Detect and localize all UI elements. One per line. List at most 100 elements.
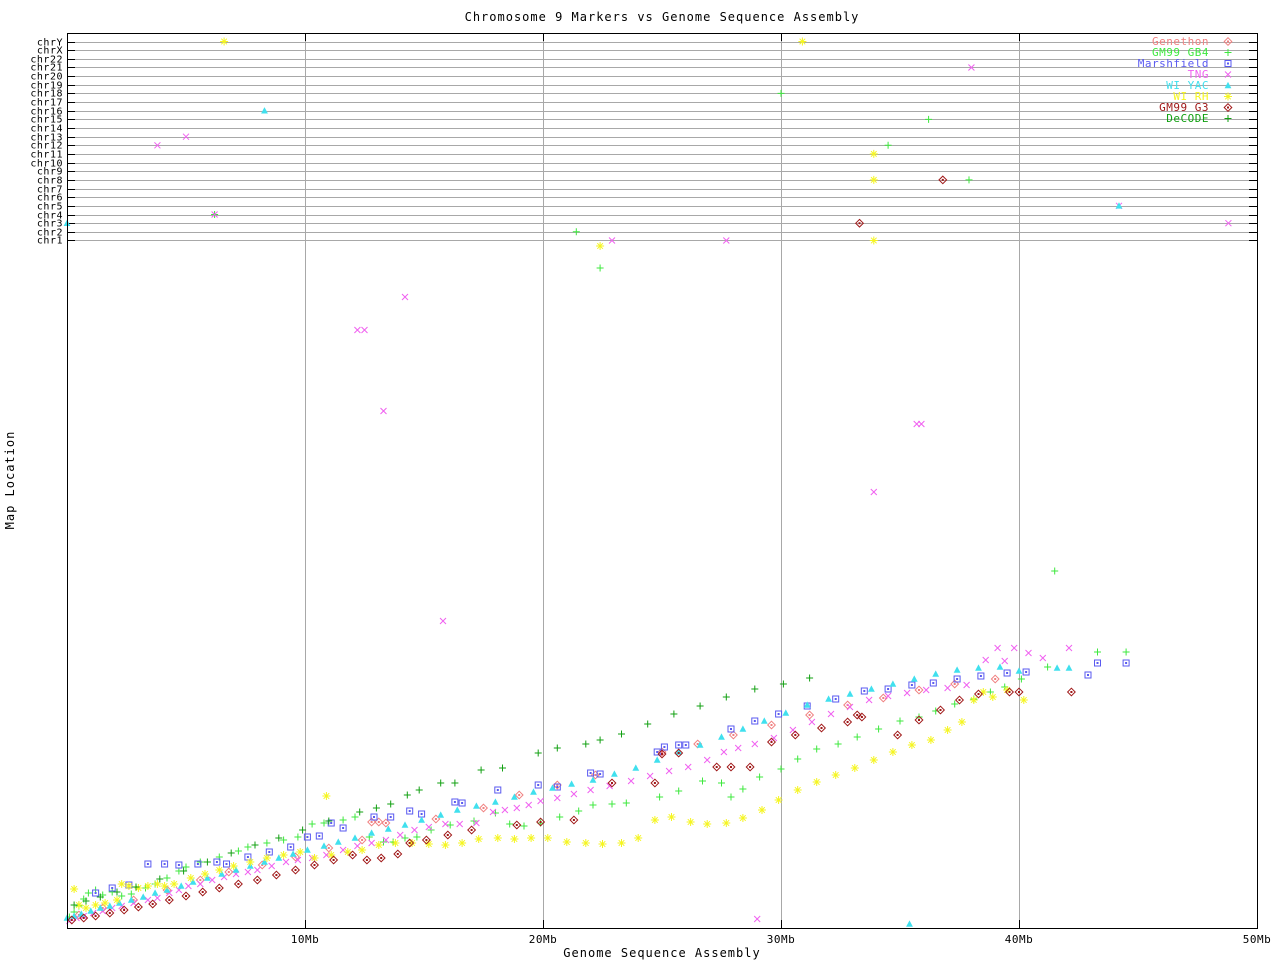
data-point — [752, 718, 758, 724]
data-point — [437, 811, 444, 817]
data-point — [176, 862, 182, 868]
data-point — [634, 834, 642, 842]
data-point — [1123, 649, 1130, 656]
data-point — [368, 829, 375, 835]
data-point — [911, 675, 918, 681]
data-point — [480, 804, 488, 812]
data-point — [442, 821, 448, 827]
data-point — [568, 780, 575, 786]
data-point — [761, 717, 768, 723]
data-point — [352, 834, 359, 840]
data-point — [458, 839, 466, 847]
data-point — [216, 884, 224, 892]
legend-marker-plus-icon — [1218, 47, 1238, 58]
legend-label: DeCODE — [1166, 113, 1209, 124]
data-point — [668, 813, 676, 821]
data-point — [388, 814, 394, 820]
data-point — [778, 90, 785, 97]
data-point — [776, 711, 782, 717]
legend-marker-asterisk-icon — [1218, 91, 1238, 102]
gridlines — [67, 33, 1258, 928]
data-point — [246, 858, 254, 866]
data-point — [92, 901, 100, 909]
data-point — [908, 741, 916, 749]
x-axis-title: Genome Sequence Assembly — [67, 946, 1257, 960]
data-point — [835, 741, 842, 748]
data-point — [590, 802, 597, 809]
data-point — [885, 693, 891, 699]
data-point — [502, 807, 508, 813]
axis-ticks — [67, 33, 1258, 928]
data-point — [416, 787, 423, 794]
data-point — [263, 854, 271, 862]
data-point — [868, 685, 875, 691]
series-wi_rh — [70, 38, 1028, 913]
data-point — [632, 764, 639, 770]
data-point — [510, 835, 518, 843]
data-point — [975, 664, 982, 670]
data-point — [609, 801, 616, 808]
data-point — [149, 900, 157, 908]
data-point — [530, 788, 537, 794]
data-point — [739, 814, 747, 822]
data-point — [918, 421, 924, 427]
data-point — [597, 737, 604, 744]
data-point — [394, 850, 402, 858]
data-point — [375, 841, 383, 849]
data-point — [166, 896, 174, 904]
data-point — [997, 663, 1004, 669]
data-point — [563, 838, 571, 846]
data-point — [804, 701, 811, 707]
data-point — [889, 748, 897, 756]
x-axis-tick-label: 20Mb — [529, 933, 558, 946]
data-point — [263, 840, 270, 847]
data-point — [775, 796, 783, 804]
data-point — [224, 861, 230, 867]
data-point — [828, 711, 834, 717]
data-point — [114, 889, 121, 896]
data-point — [283, 859, 289, 865]
x-axis-tick-label: 30Mb — [767, 933, 796, 946]
data-point — [538, 798, 544, 804]
data-point — [727, 763, 735, 771]
data-point — [870, 176, 878, 184]
data-point — [437, 780, 444, 787]
data-point — [440, 618, 446, 624]
data-point — [683, 742, 689, 748]
data-point — [197, 876, 205, 884]
data-point — [1095, 660, 1101, 666]
data-point — [1068, 688, 1076, 696]
data-point — [718, 780, 725, 787]
data-point — [254, 867, 260, 873]
data-point — [871, 489, 877, 495]
data-point — [1040, 655, 1046, 661]
data-point — [535, 782, 541, 788]
data-point — [870, 237, 878, 245]
data-point — [651, 779, 659, 787]
data-point — [951, 680, 959, 688]
data-point — [582, 839, 590, 847]
data-point — [261, 107, 268, 113]
data-point — [904, 690, 910, 696]
data-point — [728, 794, 735, 801]
data-point — [187, 874, 195, 882]
data-point — [611, 770, 618, 776]
data-point — [596, 242, 604, 250]
data-point — [995, 645, 1001, 651]
data-point — [964, 682, 970, 688]
data-point — [358, 836, 366, 844]
data-point — [685, 764, 691, 770]
plot-area: chrYchrXchr22chr21chr20chr19chr18chr17ch… — [0, 0, 1280, 960]
data-point — [989, 693, 997, 701]
data-point — [554, 795, 560, 801]
data-point — [340, 817, 347, 824]
data-point — [513, 821, 521, 829]
data-point — [809, 719, 815, 725]
x-axis-tick-label: 50Mb — [1243, 933, 1272, 946]
data-point — [954, 666, 961, 672]
data-point — [813, 746, 820, 753]
data-point — [441, 841, 449, 849]
data-point — [676, 742, 682, 748]
data-point — [599, 840, 607, 848]
data-point — [618, 731, 625, 738]
